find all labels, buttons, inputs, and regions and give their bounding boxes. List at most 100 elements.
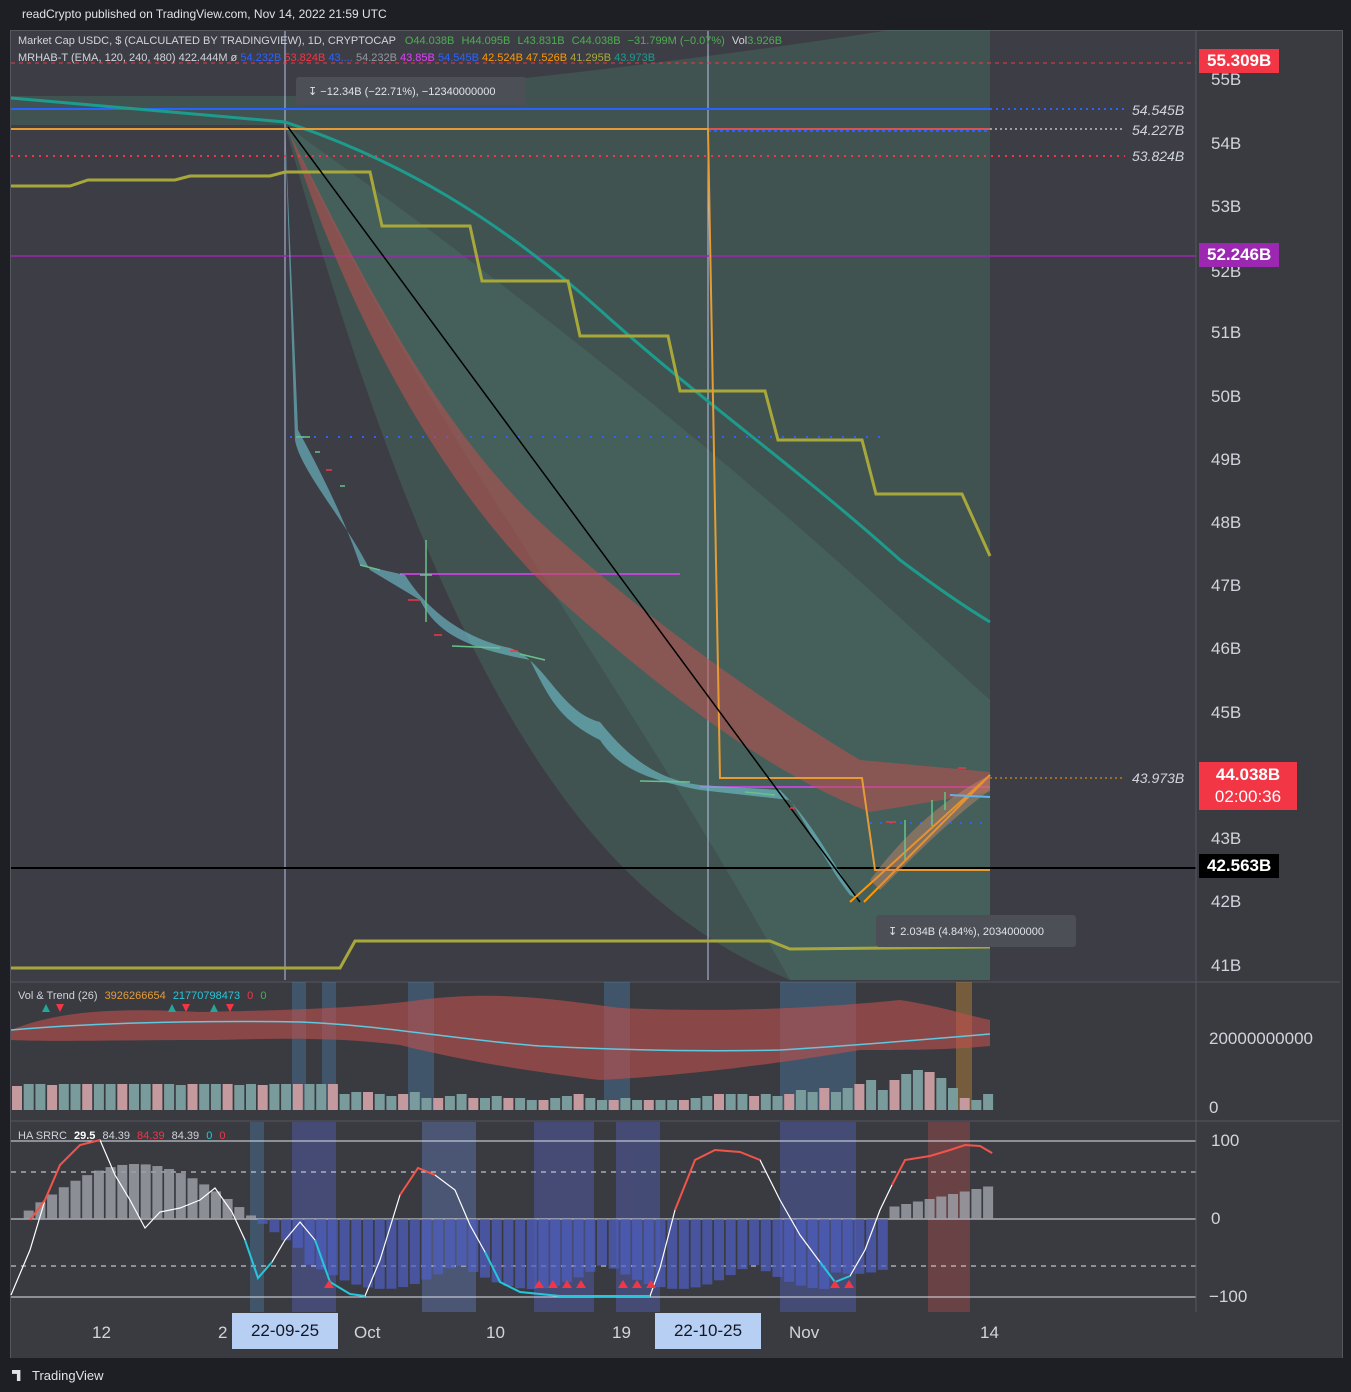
volume-bar xyxy=(924,1072,935,1110)
time-tick: Nov xyxy=(789,1323,820,1342)
srrc-bar xyxy=(515,1219,526,1289)
volume-bar xyxy=(421,1098,432,1110)
volume-bar xyxy=(468,1098,479,1110)
srrc-bar xyxy=(164,1168,175,1219)
volume-bar xyxy=(433,1098,444,1110)
high-price-badge: 55.309B xyxy=(1199,49,1280,73)
price-tick: 55B xyxy=(1211,70,1242,89)
srrc-bar xyxy=(784,1219,795,1282)
mrhab-value-2: 53.824B xyxy=(284,52,326,64)
srrc-bar xyxy=(901,1204,912,1219)
mrhab-value-5: 43.85B xyxy=(400,52,435,64)
srrc-bar xyxy=(304,1219,315,1265)
measure-bottom-label[interactable]: ↧ 2.034B (4.84%), 2034000000 xyxy=(888,925,1044,938)
srrc-bar xyxy=(257,1219,268,1224)
mrhab-value-6: 54.545B xyxy=(437,52,479,64)
srrc-bar xyxy=(725,1219,736,1276)
volume-bar xyxy=(959,1098,970,1110)
volume-bar xyxy=(12,1086,22,1110)
mrhab-legend[interactable]: MRHAB-T (EMA, 120, 240, 480) 422.444M ø … xyxy=(18,52,655,64)
srrc-bar xyxy=(93,1170,104,1219)
volume-bar xyxy=(398,1094,409,1110)
time-tick: 2 xyxy=(218,1323,228,1342)
srrc-v1: 29.5 xyxy=(73,1130,96,1142)
mrhab-value-4: 54.232B xyxy=(355,52,397,64)
volume-bar xyxy=(889,1080,900,1110)
volume-bar xyxy=(257,1085,268,1110)
volume-bar xyxy=(760,1094,771,1110)
srrc-bar xyxy=(690,1219,701,1288)
volume-bar xyxy=(936,1078,947,1110)
price-tick: 48B xyxy=(1211,513,1242,532)
volume-bar xyxy=(292,1084,303,1110)
volume-bar xyxy=(526,1100,537,1110)
ohlc-open: O44.038B xyxy=(404,35,455,47)
line-label-54227: 54.227B xyxy=(1132,122,1185,138)
srrc-bar xyxy=(807,1219,818,1289)
srrc-title: HA SRRC xyxy=(18,1130,67,1142)
volume-bar xyxy=(363,1092,373,1110)
srrc-bar xyxy=(152,1166,163,1219)
volume-bar xyxy=(35,1084,46,1110)
volume-value: 3.926B xyxy=(747,35,783,47)
price-chart-canvas[interactable] xyxy=(0,0,1351,1392)
measure-icon: ↧ xyxy=(308,86,321,98)
srrc-bar xyxy=(678,1219,689,1289)
srrc-bar xyxy=(749,1219,760,1266)
line-label-43973: 43.973B xyxy=(1132,770,1185,786)
price-tick: 50B xyxy=(1211,387,1242,406)
purple-price-badge: 52.246B xyxy=(1199,243,1280,267)
volume-bar xyxy=(503,1098,514,1110)
volume-bar xyxy=(538,1100,549,1110)
volume-bar xyxy=(327,1084,338,1110)
volume-bar xyxy=(47,1085,58,1110)
volume-bar xyxy=(948,1088,958,1110)
volume-bar xyxy=(140,1084,151,1110)
srrc-bar xyxy=(175,1173,186,1219)
mrhab-value-1: 54.232B xyxy=(240,52,282,64)
volume-bar xyxy=(725,1094,736,1110)
srrc-v6: 0 xyxy=(219,1130,226,1142)
volume-bar xyxy=(550,1098,561,1110)
srrc-bar xyxy=(971,1189,982,1219)
footer-bar: TradingView xyxy=(0,1358,1351,1392)
srrc-bar xyxy=(409,1219,420,1284)
volume-bar xyxy=(105,1084,116,1110)
mrhab-value-10: 43.973B xyxy=(614,52,656,64)
volume-bar xyxy=(655,1100,666,1110)
srrc-bar xyxy=(877,1219,888,1270)
volume-bar xyxy=(304,1084,315,1110)
srrc-bar xyxy=(456,1219,467,1266)
volume-bar xyxy=(620,1098,631,1110)
volume-bar xyxy=(210,1084,221,1110)
volume-bar xyxy=(234,1085,245,1110)
volume-bar xyxy=(58,1084,69,1110)
tradingview-logo[interactable]: TradingView xyxy=(12,1368,104,1383)
price-tick: 53B xyxy=(1211,197,1242,216)
volume-bar xyxy=(983,1094,994,1110)
measure-top-label[interactable]: ↧ −12.34B (−22.71%), −12340000000 xyxy=(308,85,496,98)
symbol-title: Market Cap USDC, $ (CALCULATED BY TRADIN… xyxy=(18,35,396,47)
volume-bar xyxy=(70,1084,81,1110)
ohlc-high: H44.095B xyxy=(461,35,511,47)
volume-bar xyxy=(901,1074,912,1110)
volume-bar xyxy=(807,1092,818,1110)
srrc-bar xyxy=(959,1191,970,1219)
volume-bar xyxy=(784,1094,795,1110)
volume-bar xyxy=(585,1098,596,1110)
volume-label: Vol xyxy=(731,35,748,47)
volume-bar xyxy=(632,1100,643,1110)
last-price-value: 44.038B xyxy=(1215,765,1281,784)
price-tick: 46B xyxy=(1211,639,1242,658)
symbol-legend[interactable]: Market Cap USDC, $ (CALCULATED BY TRADIN… xyxy=(18,35,782,47)
srrc-bar xyxy=(374,1219,385,1289)
volume-bar xyxy=(912,1070,923,1110)
srrc-bar xyxy=(585,1219,596,1272)
srrc-axis-tick: −100 xyxy=(1209,1287,1248,1306)
ohlc-low: L43.831B xyxy=(517,35,565,47)
srrc-v3: 84.39 xyxy=(137,1130,165,1142)
mrhab-title: MRHAB-T (EMA, 120, 240, 480) 422.444M ø xyxy=(18,52,238,64)
volume-bar xyxy=(795,1090,806,1110)
srrc-pane-legend[interactable]: HA SRRC 29.5 84.39 84.39 84.39 0 0 xyxy=(18,1130,226,1142)
volume-pane-legend[interactable]: Vol & Trend (26) 3926266654 21770798473 … xyxy=(18,990,266,1002)
